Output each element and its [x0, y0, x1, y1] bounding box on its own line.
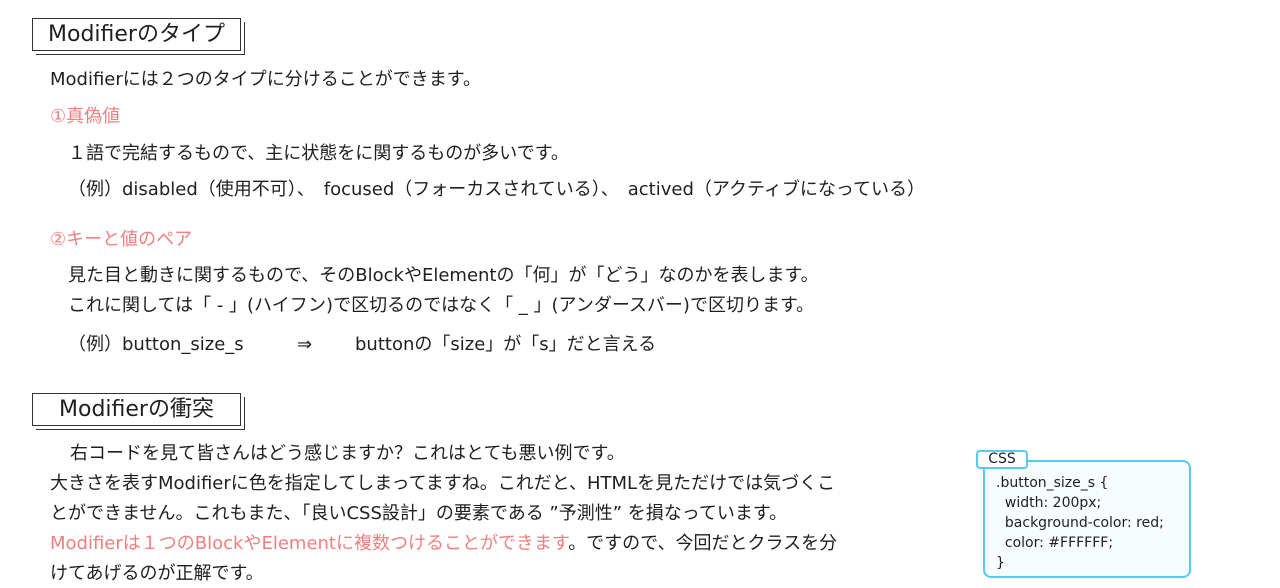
collision-paragraph-line-5: けてあげるのが正解です。 [50, 563, 264, 584]
type2-title: ②キーと値のペア [50, 229, 193, 250]
code-line: width: 200px; [996, 495, 1102, 511]
code-line: } [996, 555, 1005, 571]
type1-description: １語で完結するもので、主に状態をに関するものが多いです。 [68, 143, 569, 164]
collision-paragraph-line-1: 右コードを見て皆さんはどう感じますか？これはとても悪い例です。 [70, 443, 625, 464]
collision-paragraph-line-2: 大きさを表すModifierに色を指定してしまってますね。これだと、HTMLを見… [50, 473, 836, 494]
collision-paragraph-line-4: Modifierは１つのBlockやElementに複数つけることができます。で… [50, 535, 837, 553]
collision-line-4-rest: 。ですので、今回だとクラスを分 [568, 533, 838, 554]
type1-example: （例）disabled（使用不可）、 focused（フォーカスされている）、 … [68, 179, 926, 200]
intro-text: Modifierには２つのタイプに分けることができます。 [50, 69, 481, 90]
section-heading-text: Modifierの衝突 [59, 396, 214, 422]
type2-example-meaning: buttonの「size」が「s」だと言える [355, 334, 657, 355]
type1-title: ①真偽値 [50, 106, 121, 127]
type2-example-arrow: ⇒ [297, 334, 313, 355]
type2-example-code: （例）button_size_s [68, 334, 244, 355]
type2-description-2: これに関しては「 - 」(ハイフン)で区切るのではなく「 _ 」(アンダースバー… [68, 295, 815, 316]
section-heading-modifier-types: Modifierのタイプ [32, 18, 241, 51]
code-line: .button_size_s { [996, 475, 1109, 491]
section-heading-text: Modifierのタイプ [48, 21, 225, 47]
collision-highlight: Modifierは１つのBlockやElementに複数つけることができます [50, 533, 569, 554]
code-line: background-color: red; [996, 515, 1164, 531]
code-line: color: #FFFFFF; [996, 535, 1114, 551]
section-heading-modifier-collision: Modifierの衝突 [32, 393, 241, 426]
css-code-label: CSS [976, 450, 1028, 469]
collision-paragraph-line-3: とができません。これもまた、「良いCSS設計」の要素である ”予測性” を損なっ… [50, 503, 788, 524]
type2-description-1: 見た目と動きに関するもので、そのBlockやElementの「何」が「どう」なの… [68, 265, 819, 286]
